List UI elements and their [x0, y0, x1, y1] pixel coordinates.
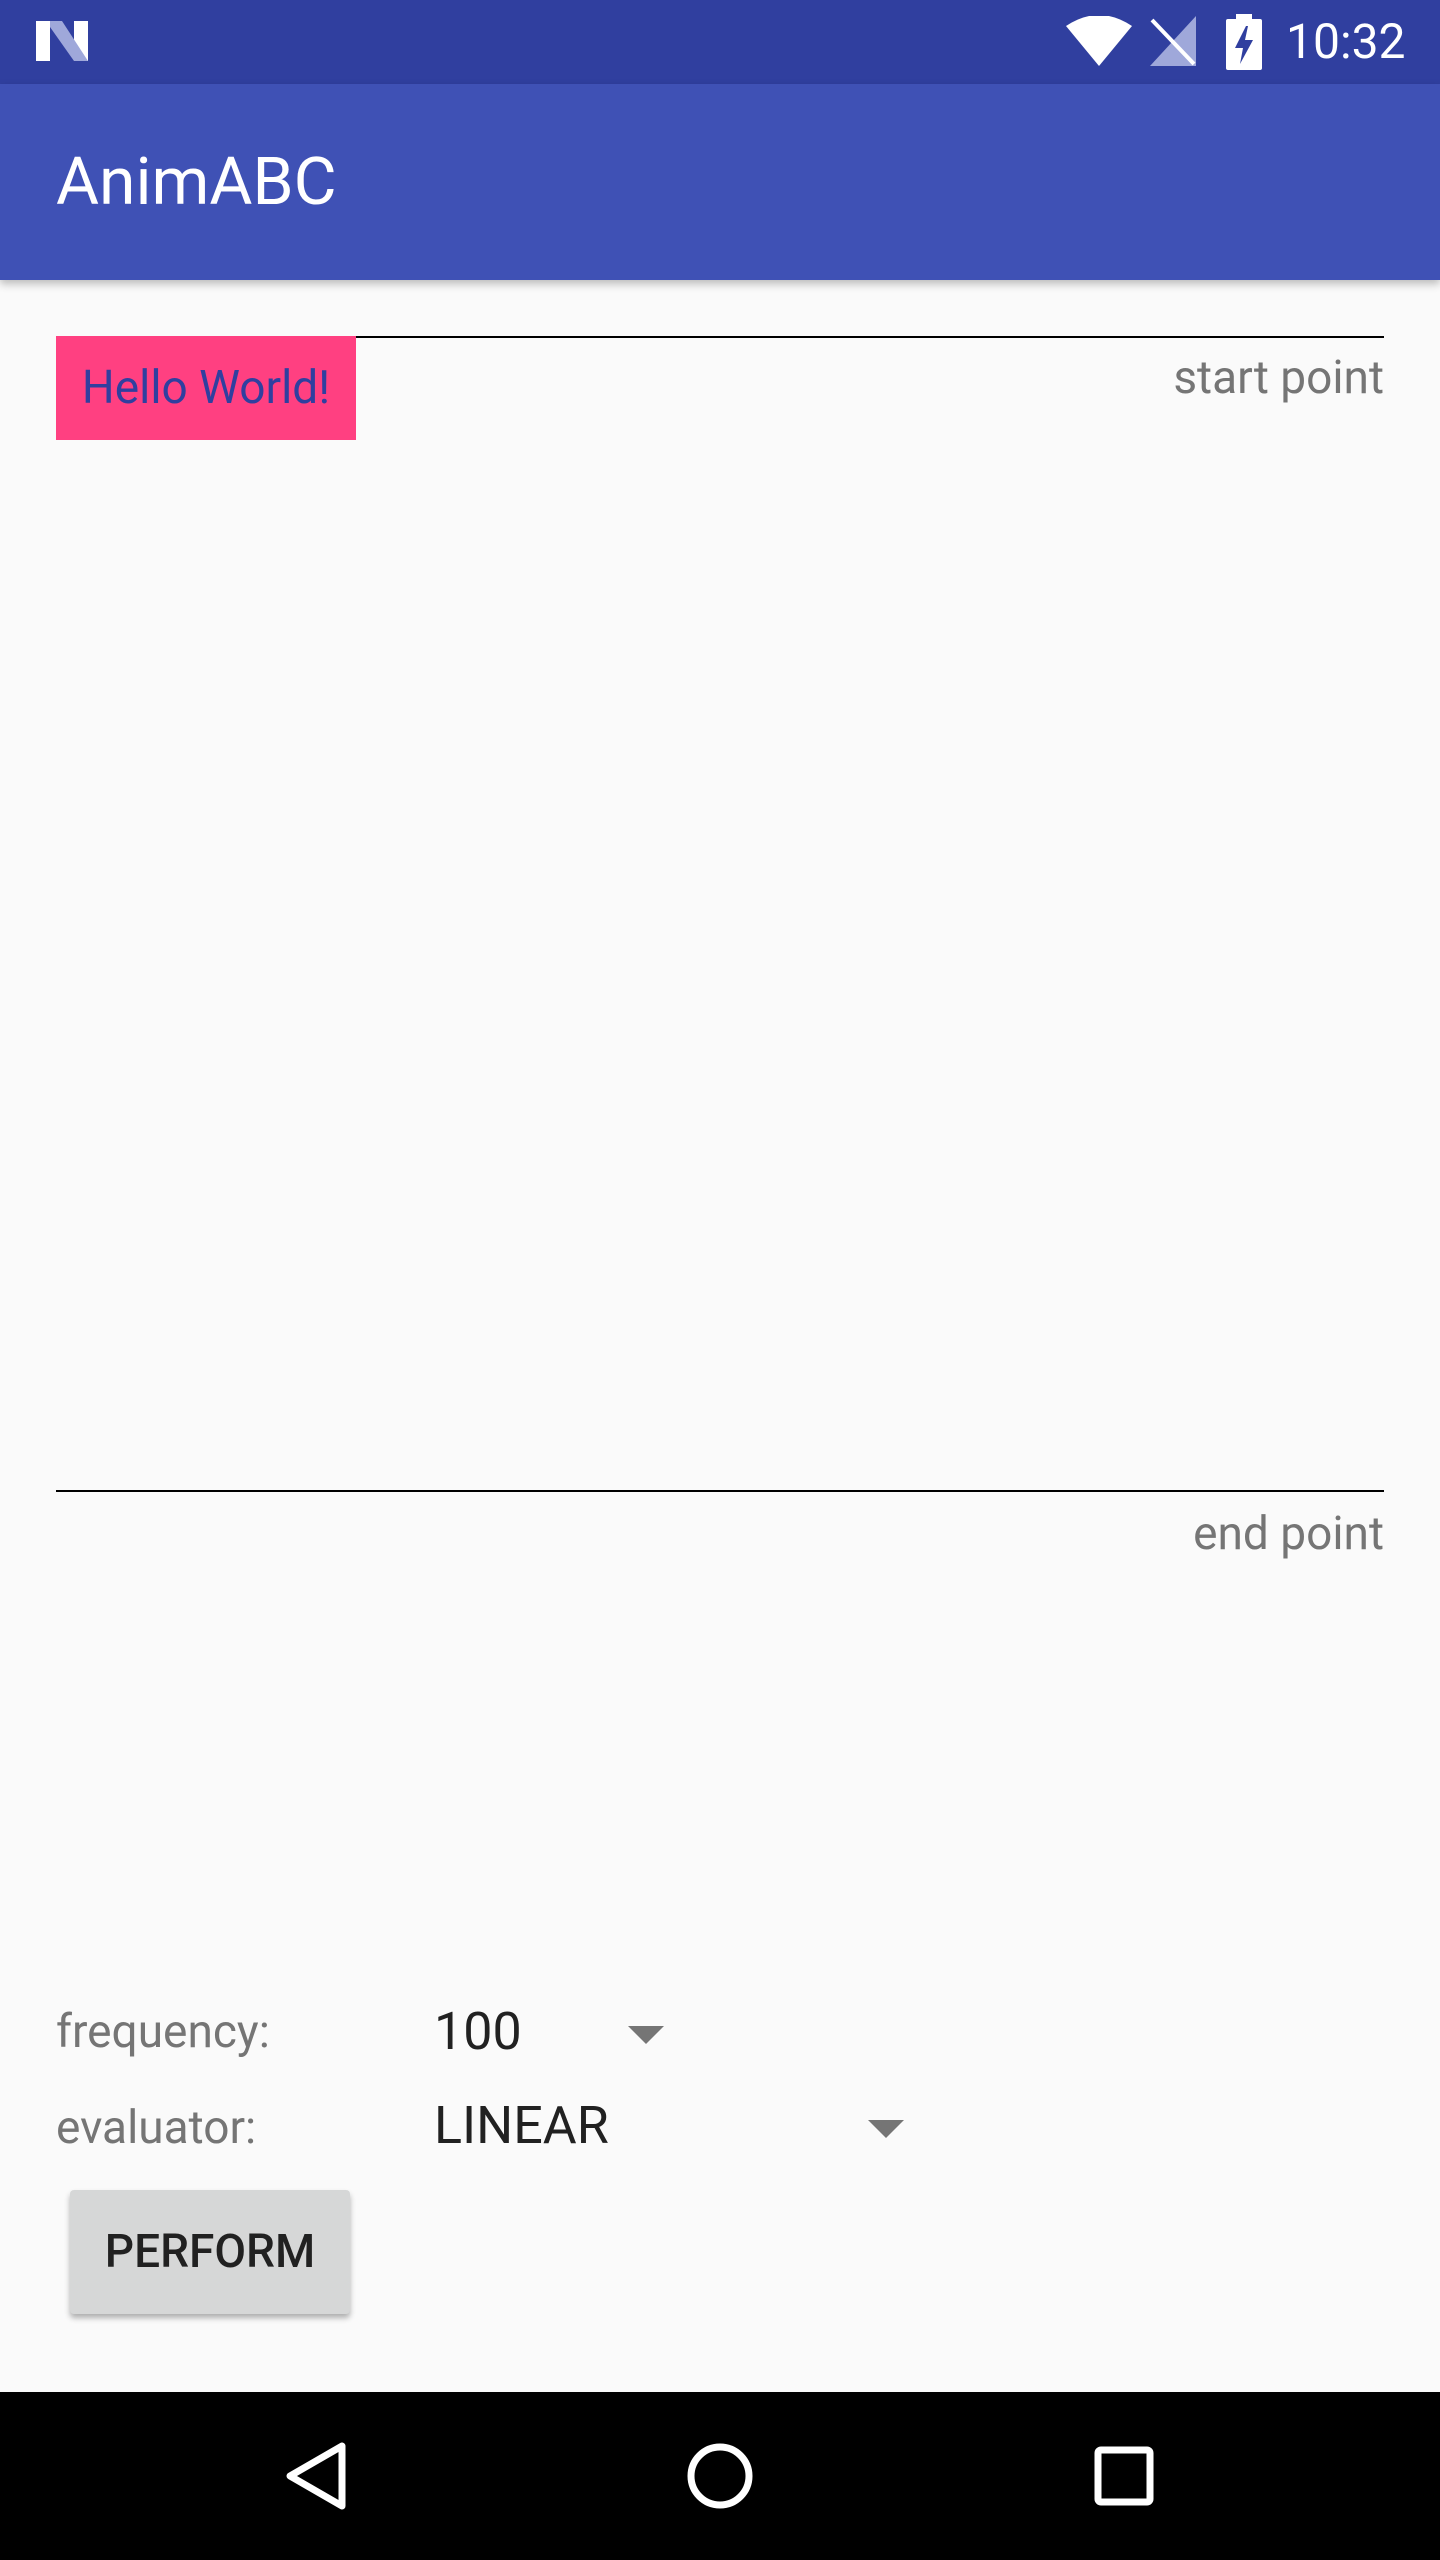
evaluator-value: LINEAR — [434, 2095, 609, 2156]
no-signal-icon — [1150, 16, 1196, 66]
frequency-spinner[interactable]: 100 — [434, 2002, 664, 2062]
frequency-value: 100 — [434, 2001, 522, 2062]
evaluator-label: evaluator: — [56, 2101, 257, 2155]
frequency-label: frequency: — [56, 2005, 270, 2059]
recents-icon[interactable] — [1084, 2436, 1164, 2516]
home-icon[interactable] — [680, 2436, 760, 2516]
n-logo-icon — [36, 21, 88, 61]
battery-charging-icon — [1226, 14, 1262, 70]
start-line — [356, 336, 1384, 338]
navigation-bar — [0, 2392, 1440, 2560]
status-time: 10:32 — [1286, 13, 1406, 70]
evaluator-spinner[interactable]: LINEAR — [434, 2096, 904, 2156]
dropdown-arrow-icon — [628, 2026, 664, 2044]
dropdown-arrow-icon — [868, 2120, 904, 2138]
app-bar: AnimABC — [0, 84, 1440, 280]
wifi-icon — [1066, 16, 1132, 66]
hello-world-view: Hello World! — [56, 336, 356, 440]
app-title: AnimABC — [56, 144, 337, 221]
perform-button[interactable]: PERFORM — [70, 2190, 350, 2314]
status-bar: 10:32 — [0, 0, 1440, 84]
end-line — [56, 1490, 1384, 1492]
end-point-label: end point — [1193, 1507, 1384, 1561]
start-point-label: start point — [1173, 351, 1384, 405]
back-icon[interactable] — [278, 2436, 358, 2516]
